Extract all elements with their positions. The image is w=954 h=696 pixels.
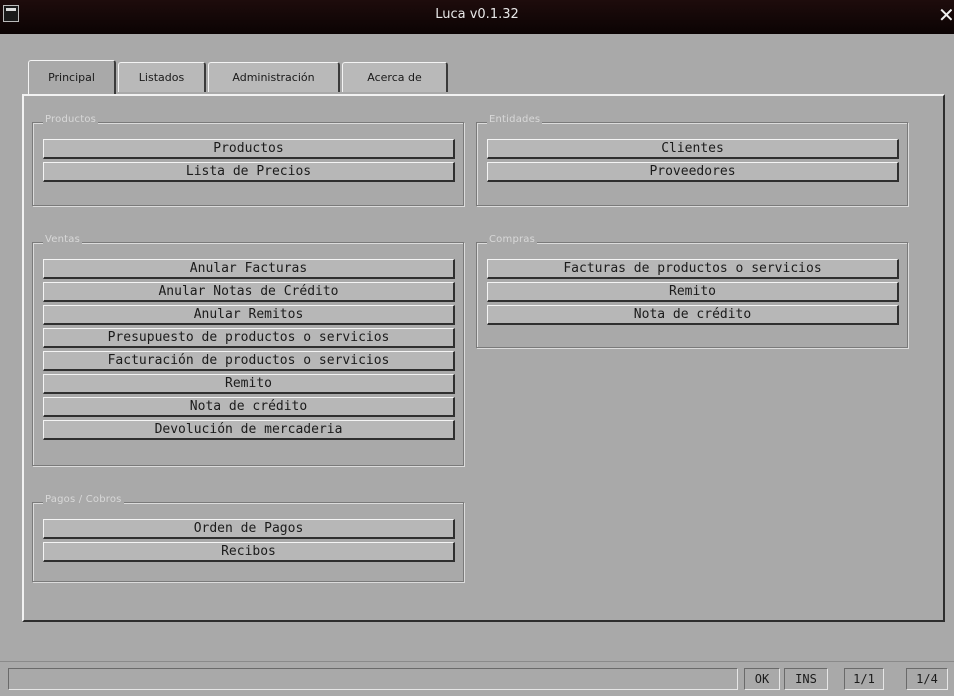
main-panel: Productos Productos Lista de Precios Ent… bbox=[22, 94, 945, 622]
recibos-button[interactable]: Recibos bbox=[43, 542, 455, 562]
group-label-pagos-cobros: Pagos / Cobros bbox=[43, 494, 124, 505]
nota-de-credito-compras-button[interactable]: Nota de crédito bbox=[487, 305, 899, 325]
facturacion-button[interactable]: Facturación de productos o servicios bbox=[43, 351, 455, 371]
presupuesto-button[interactable]: Presupuesto de productos o servicios bbox=[43, 328, 455, 348]
proveedores-button[interactable]: Proveedores bbox=[487, 162, 899, 182]
group-label-ventas: Ventas bbox=[43, 234, 83, 245]
group-entidades: Entidades Clientes Proveedores bbox=[476, 114, 908, 206]
productos-button[interactable]: Productos bbox=[43, 139, 455, 159]
close-icon[interactable]: ✕ bbox=[938, 3, 952, 27]
group-ventas: Ventas Anular Facturas Anular Notas de C… bbox=[32, 234, 464, 466]
group-label-compras: Compras bbox=[487, 234, 538, 245]
group-compras: Compras Facturas de productos o servicio… bbox=[476, 234, 908, 348]
tab-acerca-de[interactable]: Acerca de bbox=[342, 62, 448, 92]
status-index: 1/4 bbox=[906, 668, 948, 690]
status-page: 1/1 bbox=[844, 668, 884, 690]
anular-remitos-button[interactable]: Anular Remitos bbox=[43, 305, 455, 325]
tab-principal[interactable]: Principal bbox=[28, 60, 116, 94]
group-label-entidades: Entidades bbox=[487, 114, 543, 125]
clientes-button[interactable]: Clientes bbox=[487, 139, 899, 159]
title-bar: Luca v0.1.32 ✕ bbox=[0, 0, 954, 34]
anular-notas-de-credito-button[interactable]: Anular Notas de Crédito bbox=[43, 282, 455, 302]
lista-de-precios-button[interactable]: Lista de Precios bbox=[43, 162, 455, 182]
group-pagos-cobros: Pagos / Cobros Orden de Pagos Recibos bbox=[32, 494, 464, 582]
tab-administracion[interactable]: Administración bbox=[208, 62, 340, 92]
nota-de-credito-ventas-button[interactable]: Nota de crédito bbox=[43, 397, 455, 417]
orden-de-pagos-button[interactable]: Orden de Pagos bbox=[43, 519, 455, 539]
status-message bbox=[8, 668, 738, 690]
status-ins: INS bbox=[784, 668, 828, 690]
anular-facturas-button[interactable]: Anular Facturas bbox=[43, 259, 455, 279]
status-bar: OK INS 1/1 1/4 bbox=[0, 661, 954, 696]
facturas-compras-button[interactable]: Facturas de productos o servicios bbox=[487, 259, 899, 279]
status-ok: OK bbox=[744, 668, 780, 690]
remito-compras-button[interactable]: Remito bbox=[487, 282, 899, 302]
group-productos: Productos Productos Lista de Precios bbox=[32, 114, 464, 206]
tab-listados[interactable]: Listados bbox=[118, 62, 206, 92]
window-title: Luca v0.1.32 bbox=[435, 7, 519, 22]
group-label-productos: Productos bbox=[43, 114, 99, 125]
devolucion-de-mercaderia-button[interactable]: Devolución de mercaderia bbox=[43, 420, 455, 440]
remito-ventas-button[interactable]: Remito bbox=[43, 374, 455, 394]
